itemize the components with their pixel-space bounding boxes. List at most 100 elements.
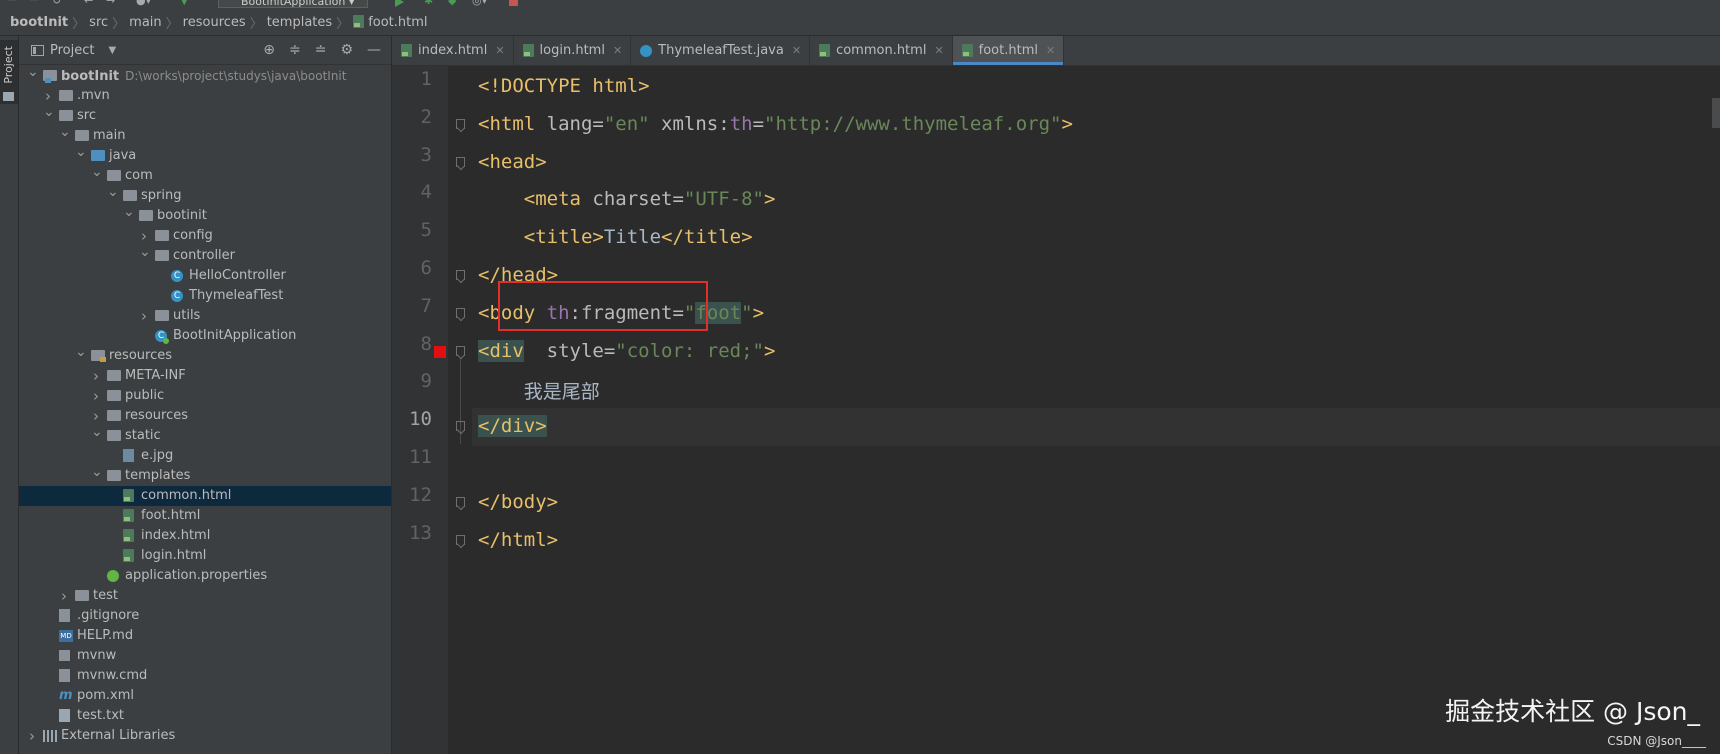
fold-marker-icon[interactable] — [456, 534, 465, 545]
chevron-right-icon[interactable]: › — [139, 306, 149, 326]
chevron-right-icon[interactable]: › — [91, 366, 101, 386]
gear-icon[interactable]: ⚙ — [340, 42, 353, 58]
build-icon[interactable]: ▼ — [180, 0, 188, 7]
editor-tab[interactable]: ThymeleafTest.java ✕ — [631, 36, 811, 65]
code-line[interactable]: <head> — [478, 151, 547, 173]
tree-item[interactable]: common.html — [19, 486, 391, 506]
line-number[interactable]: 1 — [392, 68, 432, 90]
tree-item[interactable]: mvnw.cmd — [19, 666, 391, 686]
chevron-right-icon[interactable]: › — [27, 726, 37, 746]
tree-item[interactable]: ⌄ templates — [19, 464, 391, 486]
tree-item[interactable]: ⌄ java — [19, 144, 391, 166]
breakpoint-icon[interactable] — [434, 345, 446, 358]
tree-item[interactable]: › resources — [19, 406, 391, 426]
user-icon[interactable]: ●▾ — [136, 0, 151, 7]
hide-icon[interactable]: — — [367, 42, 381, 58]
breadcrumb-item[interactable]: templates — [263, 15, 336, 30]
code-line[interactable]: </div> — [478, 415, 547, 438]
tree-item[interactable]: mvnw — [19, 646, 391, 666]
close-icon[interactable]: ✕ — [934, 44, 943, 57]
editor-tab[interactable]: login.html ✕ — [514, 36, 632, 65]
chevron-down-icon[interactable]: ▼ — [108, 45, 116, 56]
tree-item[interactable]: m pom.xml — [19, 686, 391, 706]
chevron-down-icon[interactable]: ⌄ — [59, 122, 71, 142]
stop-icon[interactable] — [509, 0, 518, 6]
fold-marker-icon[interactable] — [456, 270, 465, 280]
chevron-down-icon[interactable]: ⌄ — [91, 462, 103, 482]
chevron-down-icon[interactable]: ⌄ — [91, 162, 103, 182]
fold-marker-icon[interactable] — [456, 156, 465, 167]
fold-marker-icon[interactable] — [456, 307, 465, 318]
line-number-gutter[interactable]: 1 2 3 4 5 6 7 8 9 10 11 12 13 — [392, 66, 448, 754]
close-icon[interactable]: ✕ — [1046, 44, 1055, 57]
line-number[interactable]: 2 — [392, 106, 432, 128]
fold-marker-icon[interactable] — [456, 421, 465, 432]
back-icon[interactable]: ← — [84, 0, 93, 7]
chevron-down-icon[interactable]: ⌄ — [107, 182, 119, 202]
project-tool-window-button[interactable]: Project — [0, 40, 18, 104]
breadcrumb-item-current[interactable]: foot.html — [349, 15, 431, 30]
tree-item[interactable]: › utils — [19, 306, 391, 326]
chevron-down-icon[interactable]: ⌄ — [75, 342, 87, 362]
tree-item[interactable]: ⌄ com — [19, 164, 391, 186]
breadcrumb-item[interactable]: resources — [179, 15, 250, 30]
run-configuration-select[interactable]: BootInitApplication ▾ — [218, 0, 368, 8]
editor-tab[interactable]: index.html ✕ — [392, 36, 514, 65]
tree-item[interactable]: ⌄ bootinit — [19, 204, 391, 226]
tree-item[interactable]: test.txt — [19, 706, 391, 726]
close-icon[interactable]: ✕ — [792, 44, 801, 57]
chevron-down-icon[interactable]: ⌄ — [91, 422, 103, 442]
tree-item[interactable]: › config — [19, 226, 391, 246]
tree-item[interactable]: e.jpg — [19, 446, 391, 466]
code-line[interactable]: <div style="color: red;"> — [478, 339, 775, 362]
chevron-right-icon[interactable]: › — [91, 386, 101, 406]
close-icon[interactable]: ✕ — [613, 44, 622, 57]
editor-tab[interactable]: common.html ✕ — [810, 36, 953, 65]
fold-marker-icon[interactable] — [456, 118, 465, 129]
tree-item[interactable]: › META-INF — [19, 366, 391, 386]
code-line[interactable]: <!DOCTYPE html> — [478, 75, 650, 97]
collapse-all-icon[interactable]: ≐ — [315, 42, 327, 58]
tree-item[interactable]: MD HELP.md — [19, 626, 391, 646]
save-icon[interactable]: ▀ — [30, 0, 38, 7]
chevron-down-icon[interactable]: ⌄ — [27, 62, 39, 82]
tree-item[interactable]: foot.html — [19, 506, 391, 526]
tree-item[interactable]: index.html — [19, 526, 391, 546]
tree-item[interactable]: login.html — [19, 546, 391, 566]
chevron-down-icon[interactable]: ⌄ — [123, 202, 135, 222]
tree-item[interactable]: › public — [19, 386, 391, 406]
breadcrumb-item[interactable]: bootInit — [0, 15, 72, 30]
fold-marker-icon[interactable] — [456, 496, 465, 507]
line-number[interactable]: 3 — [392, 144, 432, 166]
code-editor[interactable]: 1 2 3 4 5 6 7 8 9 10 11 12 13 <!DOCTYPE html> <html l… — [392, 66, 1720, 754]
line-number[interactable]: 9 — [392, 370, 432, 392]
tree-item[interactable]: ⌄ src — [19, 104, 391, 126]
breadcrumb-item[interactable]: main — [125, 15, 165, 30]
tree-item[interactable]: › External Libraries — [19, 726, 391, 746]
code-line[interactable]: 我是尾部 — [478, 377, 600, 404]
fold-marker-icon[interactable] — [456, 345, 465, 356]
tree-item[interactable]: application.properties — [19, 566, 391, 586]
tree-item[interactable]: ⌄ resources — [19, 344, 391, 366]
tree-item[interactable]: › .mvn — [19, 86, 391, 106]
forward-icon[interactable]: → — [106, 0, 115, 7]
tree-item[interactable]: C HelloController — [19, 266, 391, 286]
code-line[interactable]: <title>Title</title> — [478, 226, 753, 248]
profile-icon[interactable]: ◎▾ — [472, 0, 487, 7]
locate-icon[interactable]: ⊕ — [263, 42, 275, 58]
tree-item[interactable]: ⌄ static — [19, 424, 391, 446]
line-number[interactable]: 12 — [392, 484, 432, 506]
tree-item[interactable]: .gitignore — [19, 606, 391, 626]
chevron-down-icon[interactable]: ⌄ — [139, 242, 151, 262]
chevron-down-icon[interactable]: ⌄ — [75, 142, 87, 162]
tree-item[interactable]: ⌄ controller — [19, 244, 391, 266]
editor-tab[interactable]: foot.html ✕ — [952, 36, 1065, 65]
project-panel-title[interactable]: Project — [50, 43, 94, 58]
tree-item[interactable]: C ThymeleafTest — [19, 286, 391, 306]
code-line[interactable]: </body> — [478, 491, 558, 513]
code-line[interactable]: <meta charset="UTF-8"> — [478, 188, 776, 210]
tree-item[interactable]: › test — [19, 586, 391, 606]
line-number[interactable]: 5 — [392, 219, 432, 241]
run-icon[interactable] — [395, 0, 404, 7]
tree-item[interactable]: ⌄ bootInit D:\works\project\studys\java\bo… — [19, 64, 391, 86]
